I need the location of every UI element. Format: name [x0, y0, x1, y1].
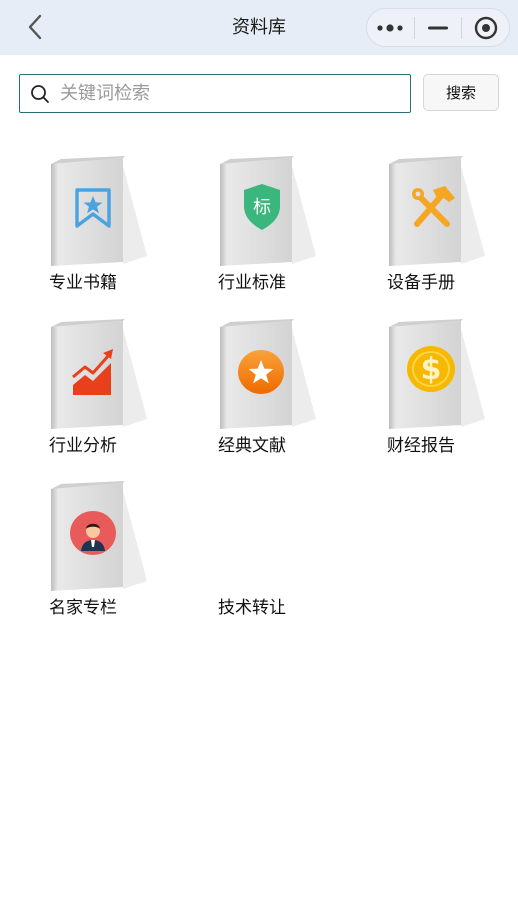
book-cover: 标: [220, 156, 316, 266]
category-industry-standards[interactable]: 标 行业标准: [218, 150, 368, 300]
category-financial-reports[interactable]: $ 财经报告: [387, 313, 518, 463]
search-icon: [20, 75, 60, 112]
close-circle-icon: [474, 16, 497, 39]
expert-avatar-icon: [70, 511, 116, 555]
category-equipment-manuals[interactable]: 设备手册: [387, 150, 518, 300]
category-label: 技术转让: [218, 598, 286, 618]
navigation-bar: 资料库: [0, 0, 518, 55]
book-cover: [220, 319, 316, 429]
book-cover: [389, 156, 485, 266]
category-label: 专业书籍: [49, 273, 117, 293]
shield-badge-text: 标: [253, 197, 271, 218]
category-industry-analysis[interactable]: 行业分析: [49, 313, 199, 463]
category-label: 行业标准: [218, 273, 286, 293]
category-expert-columns[interactable]: 名家专栏: [49, 475, 199, 625]
svg-text:$: $: [421, 352, 442, 387]
book-cover: [51, 481, 147, 591]
category-label: 经典文献: [218, 436, 286, 456]
category-label: 行业分析: [49, 436, 117, 456]
close-button[interactable]: [462, 9, 509, 46]
minimize-icon: [428, 26, 448, 29]
search-button[interactable]: 搜索: [423, 74, 499, 111]
category-classic-literature[interactable]: 经典文献: [218, 313, 368, 463]
book-cover: [51, 319, 147, 429]
book-cover: $: [389, 319, 485, 429]
search-input[interactable]: [60, 75, 410, 112]
chevron-left-icon: [28, 14, 42, 40]
more-dots-icon: [377, 23, 403, 32]
search-bar: 搜索: [19, 74, 499, 113]
book-cover: [51, 156, 147, 266]
category-label: 财经报告: [387, 436, 455, 456]
search-field: [19, 74, 411, 113]
category-technology-transfer[interactable]: 技术转让: [218, 475, 368, 625]
dollar-coin-icon: $: [407, 346, 455, 392]
star-circle-icon: [238, 350, 284, 394]
category-professional-books[interactable]: 专业书籍: [49, 150, 199, 300]
category-label: 设备手册: [387, 273, 455, 293]
more-button[interactable]: [367, 9, 414, 46]
category-label: 名家专栏: [49, 598, 117, 618]
minimize-button[interactable]: [415, 9, 462, 46]
mini-program-capsule: [366, 8, 510, 47]
back-button[interactable]: [20, 12, 50, 42]
